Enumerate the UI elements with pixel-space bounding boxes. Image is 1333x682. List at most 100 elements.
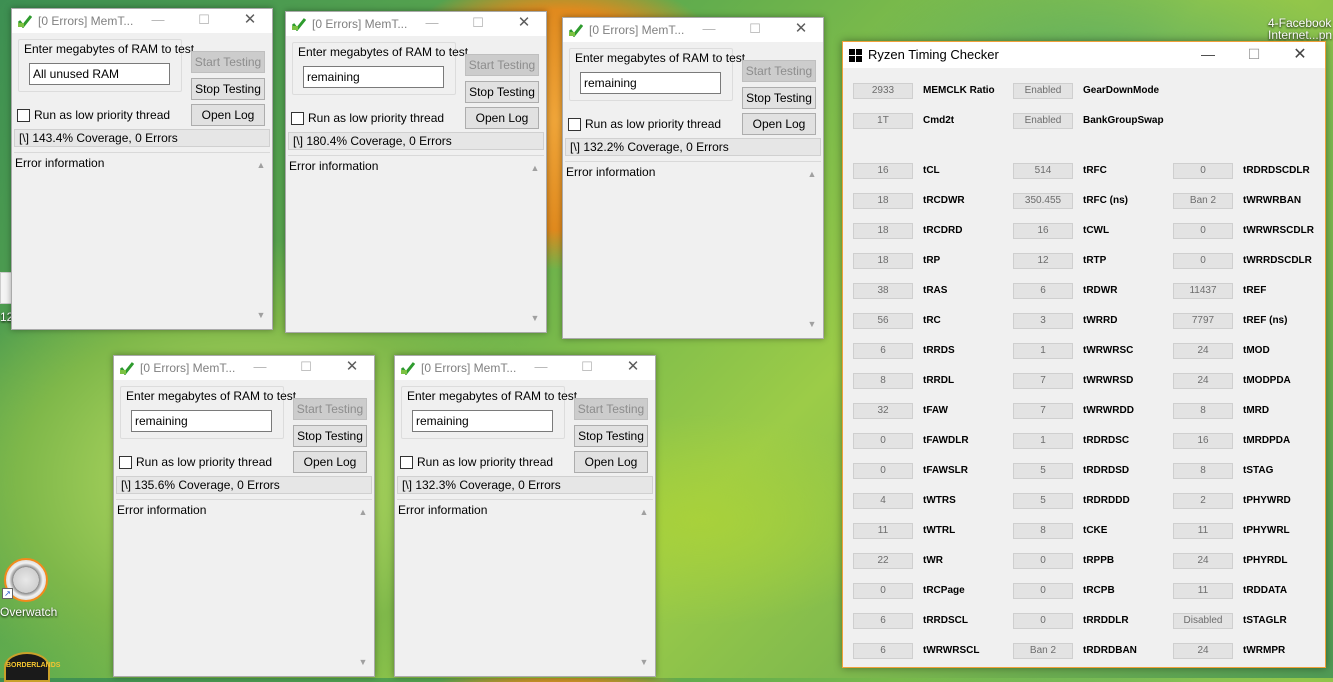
close-button[interactable]: ✕ — [228, 9, 272, 33]
start-testing-button[interactable]: Start Testing — [574, 398, 648, 420]
timing-name: tMOD — [1243, 345, 1270, 356]
rtc-title-bar[interactable]: Ryzen Timing Checker — ☐ ✕ — [843, 42, 1325, 68]
coverage-status: [\] 180.4% Coverage, 0 Errors — [288, 132, 544, 150]
timing-value: 24 — [1173, 373, 1233, 389]
ram-amount-input[interactable]: remaining — [303, 66, 444, 88]
scroll-up-icon[interactable]: ▲ — [255, 159, 267, 171]
maximize-button[interactable]: ☐ — [182, 9, 226, 33]
timing-value: 4 — [853, 493, 913, 509]
timing-name: tRP — [923, 255, 941, 266]
stop-testing-button[interactable]: Stop Testing — [191, 78, 265, 100]
open-log-button[interactable]: Open Log — [191, 104, 265, 126]
low-priority-checkbox[interactable] — [568, 118, 581, 131]
timing-name: tRDRDSD — [1083, 465, 1130, 476]
ram-amount-input[interactable]: remaining — [580, 72, 721, 94]
ram-groupbox-label: Enter megabytes of RAM to test — [24, 42, 195, 56]
low-priority-label: Run as low priority thread — [136, 455, 273, 469]
stop-testing-button[interactable]: Stop Testing — [742, 87, 816, 109]
open-log-button[interactable]: Open Log — [742, 113, 816, 135]
timing-name: tRAS — [923, 285, 948, 296]
scroll-up-icon[interactable]: ▲ — [638, 506, 650, 518]
stop-testing-button[interactable]: Stop Testing — [574, 425, 648, 447]
start-testing-button[interactable]: Start Testing — [293, 398, 367, 420]
memtest-app-icon — [400, 362, 416, 376]
ram-amount-input[interactable]: remaining — [412, 410, 553, 432]
start-testing-button[interactable]: Start Testing — [742, 60, 816, 82]
scroll-down-icon[interactable]: ▼ — [529, 312, 541, 324]
low-priority-checkbox[interactable] — [291, 112, 304, 125]
timing-value: 1T — [853, 113, 913, 129]
stop-testing-button[interactable]: Stop Testing — [293, 425, 367, 447]
timing-name: tWRWRDD — [1083, 405, 1134, 416]
memtest-title-bar[interactable]: [0 Errors] MemT... — ☐ ✕ — [12, 9, 272, 33]
scroll-up-icon[interactable]: ▲ — [357, 506, 369, 518]
memtest-window[interactable]: [0 Errors] MemT... — ☐ ✕ Enter megabytes of … — [394, 355, 656, 677]
close-button[interactable]: ✕ — [779, 18, 823, 42]
timing-name: tRFC (ns) — [1083, 195, 1128, 206]
memtest-title-bar[interactable]: [0 Errors] MemT... — ☐ ✕ — [286, 12, 546, 36]
error-information-box — [397, 499, 653, 675]
timing-name: tREF — [1243, 285, 1267, 296]
maximize-button[interactable]: ☐ — [1231, 42, 1277, 68]
memtest-app-icon — [119, 362, 135, 376]
minimize-button[interactable]: — — [238, 356, 282, 380]
memtest-window[interactable]: [0 Errors] MemT... — ☐ ✕ Enter megabytes of … — [285, 11, 547, 333]
timing-value: 6 — [853, 343, 913, 359]
timing-value: 8 — [1013, 523, 1073, 539]
close-button[interactable]: ✕ — [502, 12, 546, 36]
open-log-button[interactable]: Open Log — [574, 451, 648, 473]
timing-name: tMRD — [1243, 405, 1270, 416]
memtest-window[interactable]: [0 Errors] MemT... — ☐ ✕ Enter megabytes of … — [562, 17, 824, 339]
timing-value: 1 — [1013, 343, 1073, 359]
timing-name: tPHYWRL — [1243, 525, 1290, 536]
scroll-down-icon[interactable]: ▼ — [357, 656, 369, 668]
low-priority-label: Run as low priority thread — [308, 111, 445, 125]
low-priority-checkbox[interactable] — [400, 456, 413, 469]
desktop-shortcut-facebook-line2: Internet...pn — [1268, 28, 1333, 42]
stop-testing-button[interactable]: Stop Testing — [465, 81, 539, 103]
timing-name: tRFC — [1083, 165, 1107, 176]
memtest-app-icon — [17, 15, 33, 29]
maximize-button[interactable]: ☐ — [456, 12, 500, 36]
start-testing-button[interactable]: Start Testing — [465, 54, 539, 76]
timing-name: tRRDSCL — [923, 615, 968, 626]
open-log-button[interactable]: Open Log — [465, 107, 539, 129]
start-testing-button[interactable]: Start Testing — [191, 51, 265, 73]
close-button[interactable]: ✕ — [611, 356, 655, 380]
scroll-down-icon[interactable]: ▼ — [638, 656, 650, 668]
close-button[interactable]: ✕ — [1277, 42, 1323, 68]
ram-amount-input[interactable]: All unused RAM — [29, 63, 170, 85]
maximize-button[interactable]: ☐ — [565, 356, 609, 380]
low-priority-checkbox[interactable] — [119, 456, 132, 469]
memtest-window[interactable]: [0 Errors] MemT... — ☐ ✕ Enter megabytes of … — [113, 355, 375, 677]
minimize-button[interactable]: — — [519, 356, 563, 380]
memtest-title: [0 Errors] MemT... — [312, 17, 408, 31]
maximize-button[interactable]: ☐ — [284, 356, 328, 380]
minimize-button[interactable]: — — [687, 18, 731, 42]
ram-groupbox-label: Enter megabytes of RAM to test — [407, 389, 578, 403]
scroll-down-icon[interactable]: ▼ — [806, 318, 818, 330]
timing-name: Cmd2t — [923, 115, 955, 126]
timing-value: 22 — [853, 553, 913, 569]
overwatch-label[interactable]: Overwatch — [0, 605, 57, 619]
scroll-up-icon[interactable]: ▲ — [529, 162, 541, 174]
ryzen-timing-checker-window[interactable]: Ryzen Timing Checker — ☐ ✕ 2933 MEMCLK Ra… — [842, 41, 1326, 668]
memtest-title-bar[interactable]: [0 Errors] MemT... — ☐ ✕ — [395, 356, 655, 380]
scroll-up-icon[interactable]: ▲ — [806, 168, 818, 180]
low-priority-checkbox[interactable] — [17, 109, 30, 122]
timing-name: tRDRDBAN — [1083, 645, 1137, 656]
memtest-title-bar[interactable]: [0 Errors] MemT... — ☐ ✕ — [563, 18, 823, 42]
desktop-shortcut-facebook-label[interactable]: 4-Facebook Internet...pn — [1268, 16, 1332, 42]
scroll-down-icon[interactable]: ▼ — [255, 309, 267, 321]
minimize-button[interactable]: — — [1185, 42, 1231, 68]
memtest-title-bar[interactable]: [0 Errors] MemT... — ☐ ✕ — [114, 356, 374, 380]
ram-amount-input[interactable]: remaining — [131, 410, 272, 432]
maximize-button[interactable]: ☐ — [733, 18, 777, 42]
minimize-button[interactable]: — — [136, 9, 180, 33]
timing-name: tREF (ns) — [1243, 315, 1288, 326]
timing-name: tWRRDSCDLR — [1243, 255, 1312, 266]
open-log-button[interactable]: Open Log — [293, 451, 367, 473]
minimize-button[interactable]: — — [410, 12, 454, 36]
memtest-window[interactable]: [0 Errors] MemT... — ☐ ✕ Enter megabytes of … — [11, 8, 273, 330]
close-button[interactable]: ✕ — [330, 356, 374, 380]
